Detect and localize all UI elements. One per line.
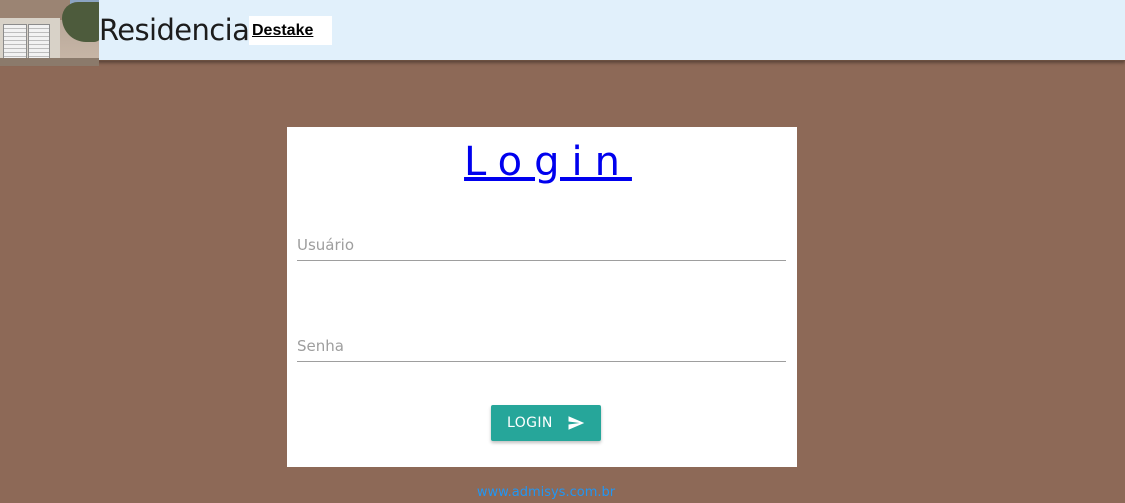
header-bar: Residencial Destake xyxy=(0,0,1125,66)
footer-website-link[interactable]: www.admisys.com.br xyxy=(0,484,1092,502)
brand-badge-label[interactable]: Destake xyxy=(252,23,313,39)
login-button-label: LOGIN xyxy=(507,415,553,431)
login-card: Login LOGIN xyxy=(287,127,797,467)
password-field[interactable] xyxy=(297,323,786,362)
logo-image xyxy=(0,0,99,66)
username-field[interactable] xyxy=(297,222,786,261)
brand-badge[interactable]: Destake xyxy=(249,16,332,45)
login-button[interactable]: LOGIN xyxy=(491,405,601,441)
password-input[interactable] xyxy=(297,323,786,361)
login-title-link[interactable]: Login xyxy=(287,137,797,187)
username-input[interactable] xyxy=(297,222,786,260)
site-title: Residencial xyxy=(99,13,257,47)
send-icon xyxy=(568,416,585,430)
